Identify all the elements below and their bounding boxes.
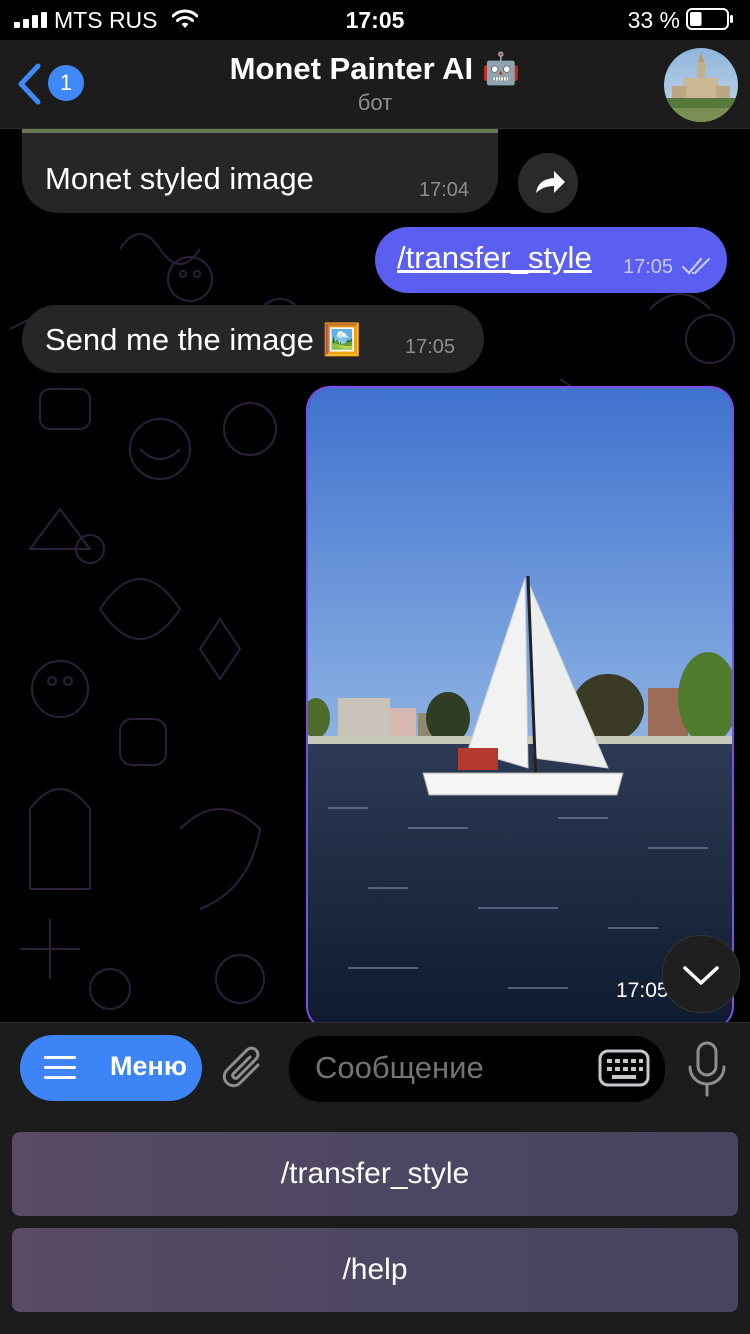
chat-title[interactable]: Monet Painter AI 🤖 — [0, 50, 750, 87]
photo-message[interactable] — [306, 386, 734, 1022]
message-input-bar: Меню Сообщение — [0, 1022, 750, 1113]
microphone-icon[interactable] — [686, 1041, 728, 1097]
message-time: 17:05 — [623, 256, 674, 278]
message-command-link[interactable]: /transfer_style — [397, 240, 592, 276]
keyboard-toggle-icon[interactable] — [598, 1049, 650, 1087]
incoming-message[interactable]: Monet styled image 17:04 — [22, 133, 498, 213]
chat-avatar[interactable] — [664, 48, 738, 122]
bot-menu-button[interactable]: Меню — [20, 1035, 202, 1101]
incoming-message[interactable]: Send me the image 🖼️ 17:05 — [22, 305, 484, 373]
keyboard-button-label: /help — [342, 1253, 408, 1286]
outgoing-message[interactable]: /transfer_style 17:05 — [375, 227, 727, 293]
chat-history[interactable]: Monet styled image 17:04 /transfer_style… — [0, 129, 750, 1022]
scroll-down-chevron-icon[interactable] — [662, 935, 740, 1013]
bot-keyboard-panel: /transfer_style /help — [0, 1112, 750, 1334]
battery-level-fill — [690, 12, 702, 26]
menu-button-label: Меню — [110, 1051, 187, 1081]
forward-share-icon[interactable] — [518, 153, 578, 213]
photo-time: 17:05 — [616, 979, 669, 1002]
keyboard-button-help[interactable]: /help — [12, 1228, 738, 1312]
battery-icon — [686, 8, 733, 30]
keyboard-button-transfer-style[interactable]: /transfer_style — [12, 1132, 738, 1216]
message-text: Send me the image 🖼️ — [45, 322, 362, 357]
chat-subtitle: бот — [357, 90, 393, 115]
status-bar: MTS RUS 17:05 33 % — [0, 0, 750, 40]
message-time: 17:04 — [419, 179, 470, 201]
battery-percent: 33 % — [627, 7, 680, 33]
read-checkmarks-icon — [681, 257, 711, 275]
keyboard-button-label: /transfer_style — [280, 1157, 470, 1190]
paperclip-attach-icon[interactable] — [220, 1043, 268, 1095]
hamburger-menu-icon — [44, 1056, 76, 1079]
message-time: 17:05 — [405, 336, 456, 358]
message-text: Monet styled image — [45, 161, 314, 196]
chat-header: 1 Monet Painter AI 🤖 бот — [0, 40, 750, 129]
sailboat-photo — [308, 388, 732, 1022]
message-input-placeholder: Сообщение — [315, 1050, 484, 1085]
